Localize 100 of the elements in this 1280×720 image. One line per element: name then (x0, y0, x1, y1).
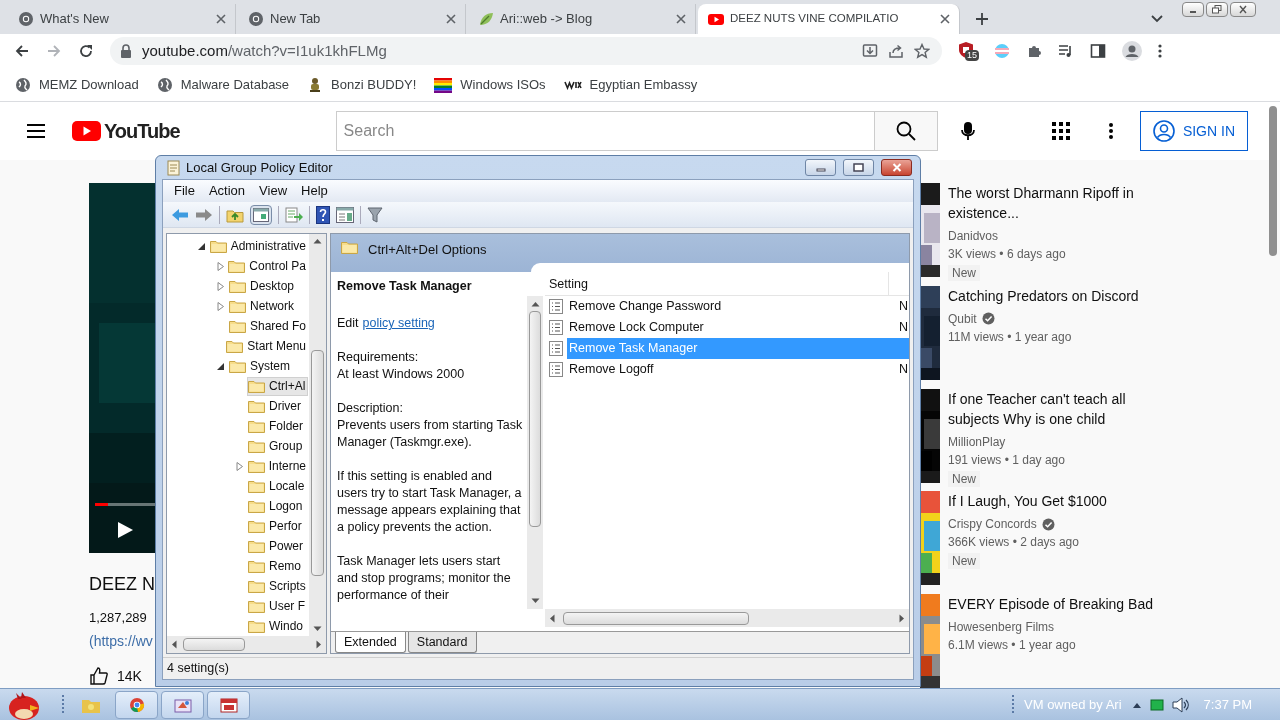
bookmark[interactable]: Malware Database (156, 74, 290, 95)
filter-icon[interactable] (367, 206, 383, 223)
view-tab[interactable]: Extended (335, 632, 406, 653)
scrollbar-thumb[interactable] (311, 350, 324, 576)
search-field[interactable]: Search (335, 111, 875, 151)
bookmark[interactable]: Egyptian Embassy (563, 74, 698, 95)
video-title[interactable]: If one Teacher can't teach all subjects Why is one child (948, 388, 1173, 429)
profile-icon[interactable] (1122, 41, 1142, 61)
new-tab-icon[interactable] (974, 11, 990, 27)
minimize-button[interactable] (805, 159, 836, 176)
tree-item[interactable]: Control Pa (227, 256, 309, 276)
tree-item[interactable]: Desktop (228, 276, 298, 296)
video-title[interactable]: If I Laugh, You Get $1000 (948, 491, 1173, 512)
speaker-icon[interactable] (1171, 696, 1190, 713)
puzzle-icon[interactable] (1026, 43, 1042, 59)
help-icon[interactable] (316, 205, 330, 224)
reload-icon[interactable] (78, 43, 94, 59)
expand-arrow-icon[interactable] (235, 461, 244, 471)
taskbar-button[interactable] (115, 690, 158, 719)
tree-item[interactable]: User F (247, 596, 308, 616)
video-title[interactable]: The worst Dharmann Ripoff in existence... (948, 183, 1173, 223)
back-icon[interactable] (14, 43, 30, 59)
scrollbar-thumb[interactable] (529, 311, 541, 527)
microphone-icon[interactable] (960, 121, 975, 141)
scrollbar-thumb[interactable] (563, 611, 749, 625)
menu-icon[interactable] (26, 123, 46, 139)
export-list-icon[interactable] (285, 206, 303, 223)
network-icon[interactable] (1149, 698, 1164, 711)
channel-name[interactable]: Danidvos (948, 227, 999, 245)
tree-item[interactable]: Network (228, 296, 297, 316)
side-panel-icon[interactable] (1090, 43, 1106, 59)
address-bar[interactable]: youtube.com/watch?v=I1uk1khFLMg (110, 37, 942, 65)
channel-name[interactable]: Qubit (948, 309, 977, 328)
tree-item[interactable]: Shared Fo (227, 316, 309, 336)
tree-item[interactable]: System (228, 356, 293, 376)
vertical-scrollbar[interactable] (527, 296, 543, 609)
menu-item[interactable]: Help (294, 181, 335, 201)
tree-item[interactable]: Administrative (208, 236, 309, 256)
tree-item[interactable]: Perfor (247, 516, 305, 536)
menu-item[interactable]: View (252, 181, 295, 201)
video-title[interactable]: EVERY Episode of Breaking Bad (948, 594, 1173, 614)
tree-item[interactable]: Remo (247, 556, 304, 576)
video-title[interactable]: Catching Predators on Discord (948, 285, 1173, 306)
channel-name[interactable]: Crispy Concords (948, 515, 1037, 534)
tree-item[interactable]: Scripts (247, 576, 309, 596)
tree-item[interactable]: Locale (247, 476, 308, 496)
tree-item[interactable]: Windo (247, 616, 306, 636)
expand-arrow-icon[interactable] (216, 281, 225, 291)
setting-row[interactable]: Remove Lock Computer N (545, 317, 909, 338)
share-icon[interactable] (888, 43, 904, 59)
browser-tab[interactable]: DEEZ NUTS VINE COMPILATIO (698, 4, 960, 34)
collapse-arrow-icon[interactable] (197, 241, 206, 251)
restore-button[interactable] (1206, 2, 1228, 17)
view-tab[interactable]: Standard (407, 632, 477, 653)
channel-name[interactable]: MillionPlay (948, 432, 1006, 451)
menu-item[interactable]: Action (201, 181, 253, 201)
expand-arrow-icon[interactable] (216, 261, 225, 271)
tree-toggle-button[interactable] (250, 204, 272, 225)
collapse-arrow-icon[interactable] (216, 361, 225, 371)
more-icon[interactable] (1158, 43, 1162, 59)
horizontal-scrollbar[interactable] (545, 609, 909, 627)
policy-setting-link[interactable]: policy setting (362, 315, 435, 332)
expand-arrow-icon[interactable] (216, 301, 225, 311)
sign-in-button[interactable]: SIGN IN (1139, 111, 1248, 151)
logo-text[interactable]: YouTube (104, 116, 180, 146)
taskbar-button[interactable] (161, 690, 204, 719)
column-header[interactable]: Setting (545, 272, 889, 295)
install-icon[interactable] (862, 43, 878, 59)
thumbs-up-icon[interactable] (89, 667, 109, 685)
minimize-button[interactable] (1182, 2, 1204, 17)
close-button[interactable] (1230, 2, 1256, 17)
tree-item[interactable]: Power (247, 536, 306, 556)
bookmark[interactable]: Bonzi BUDDY! (307, 74, 417, 95)
tree-item[interactable]: Ctrl+Al (247, 376, 309, 396)
star-icon[interactable] (914, 43, 930, 59)
menu-item[interactable]: File (167, 181, 202, 201)
play-icon[interactable] (116, 520, 134, 540)
forward-icon[interactable] (195, 207, 213, 222)
scrollbar-thumb[interactable] (1269, 106, 1277, 256)
setting-row[interactable]: Remove Change Password N (545, 296, 909, 317)
more-icon[interactable] (1108, 123, 1113, 139)
bookmark[interactable]: MEMZ Download (15, 74, 139, 95)
taskbar-button[interactable] (207, 690, 250, 719)
media-icon[interactable] (1058, 43, 1074, 59)
channel-name[interactable]: Howesenberg Films (948, 618, 1055, 636)
tree-item[interactable]: Logon (247, 496, 306, 516)
tree-item[interactable]: Start Menu (225, 336, 309, 356)
setting-row[interactable]: Remove Logoff N (545, 359, 909, 380)
maximize-button[interactable] (843, 159, 874, 176)
bookmark[interactable]: Windows ISOs (434, 74, 546, 95)
description-link[interactable]: (https://wv (89, 630, 159, 652)
tree-item[interactable]: Interne (246, 456, 309, 476)
tree-item[interactable]: Driver (247, 396, 304, 416)
search-button[interactable] (874, 111, 938, 151)
vertical-scrollbar[interactable] (309, 234, 326, 636)
properties-icon[interactable] (336, 206, 354, 223)
scrollbar-thumb[interactable] (183, 638, 245, 651)
horizontal-scrollbar[interactable] (167, 636, 326, 653)
close-button[interactable] (881, 159, 912, 176)
tree-item[interactable]: Group (247, 436, 306, 456)
